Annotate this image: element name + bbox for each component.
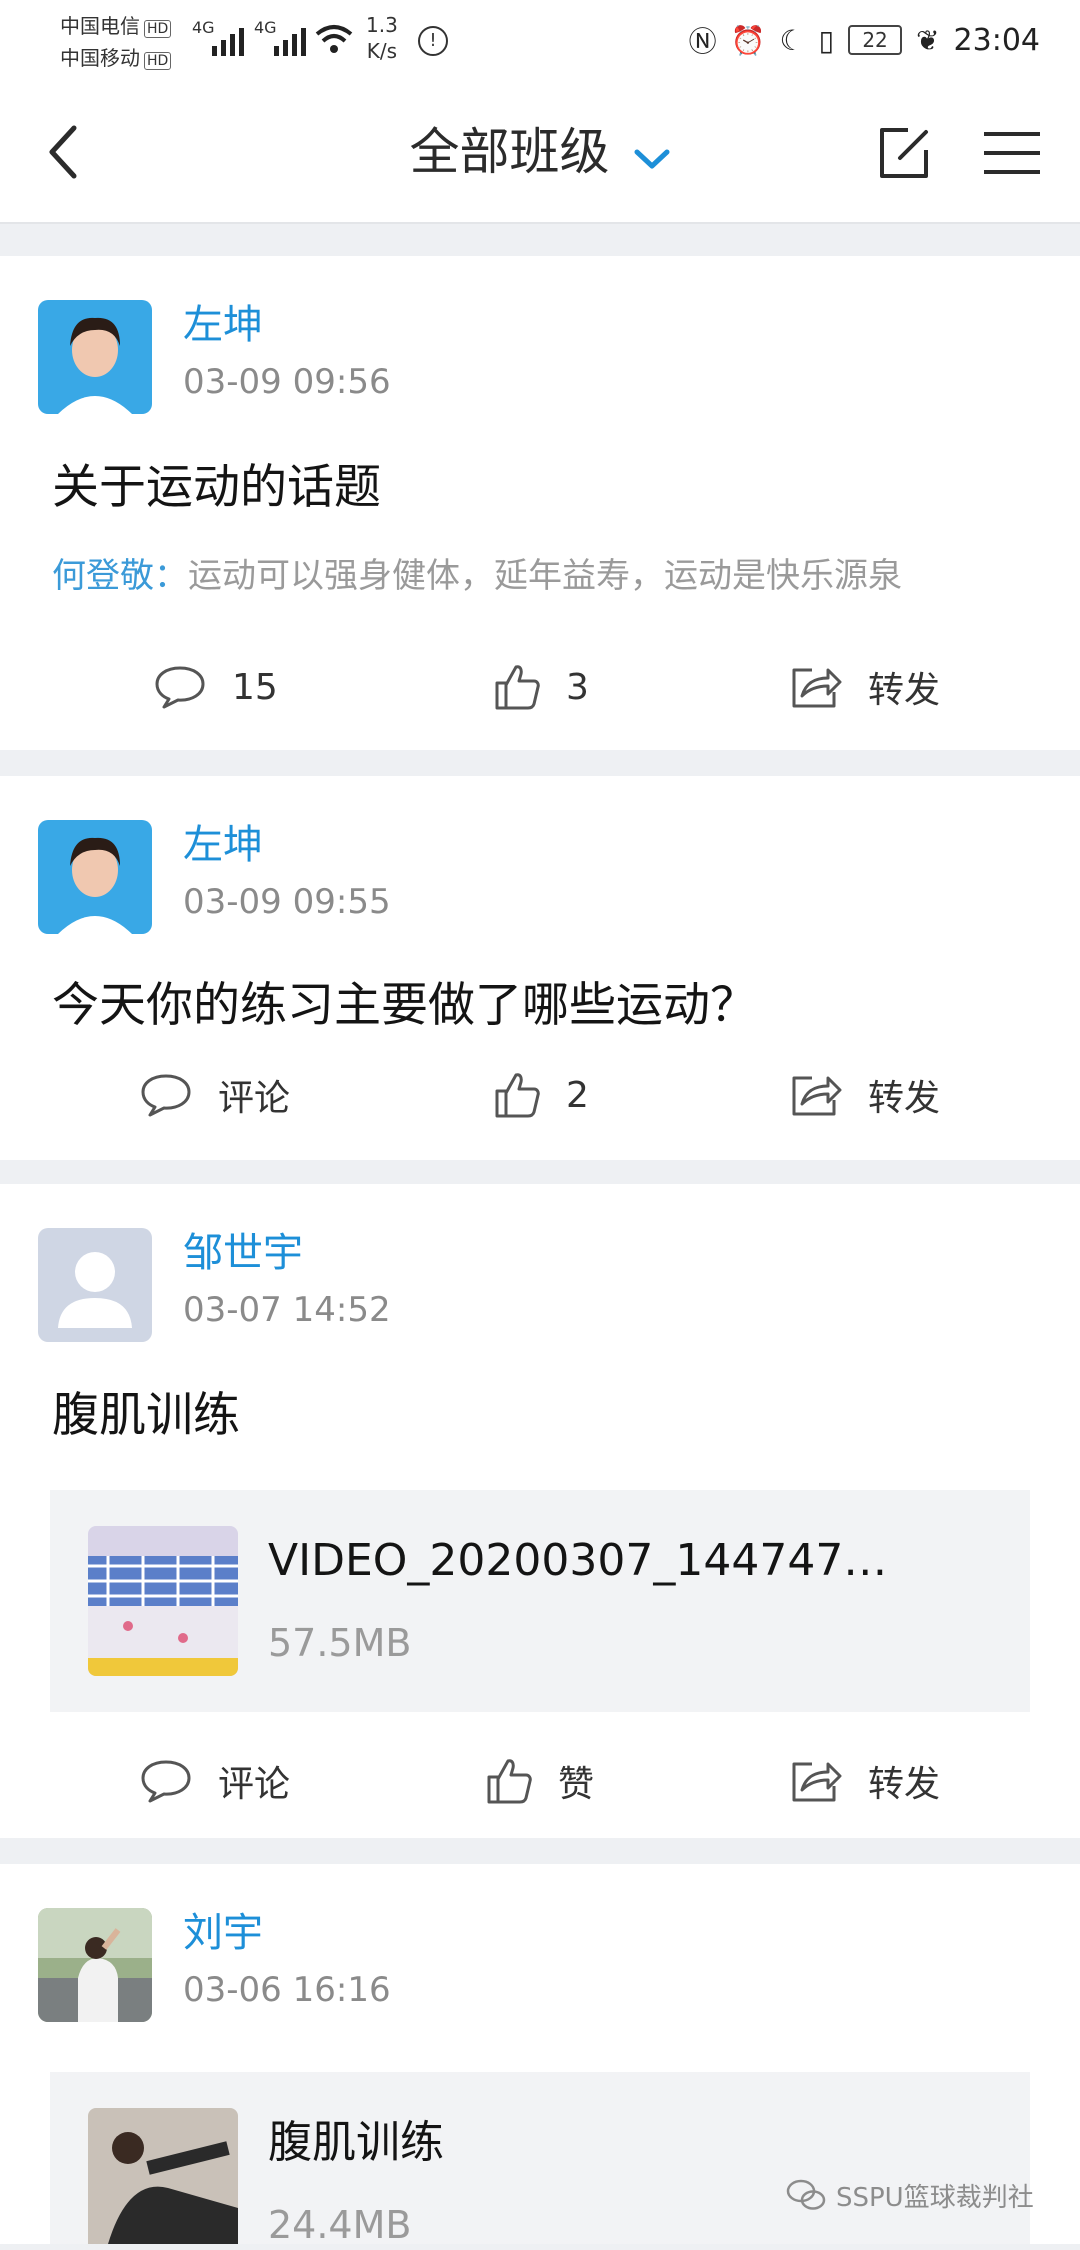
avatar[interactable] [38, 1908, 152, 2022]
post-time: 03-09 09:55 [183, 882, 391, 922]
thumbs-up-icon [495, 665, 540, 710]
video-thumbnail[interactable] [88, 2108, 238, 2244]
avatar[interactable] [38, 300, 152, 414]
post-actions: 评论 赞 转发 [0, 1746, 1080, 1816]
avatar[interactable] [38, 820, 152, 934]
hd-badge: HD [144, 52, 172, 70]
menu-icon[interactable] [982, 128, 1042, 178]
post-time: 03-06 16:16 [183, 1970, 391, 2010]
share-label: 转发 [868, 670, 941, 711]
attachment-name: VIDEO_20200307_144747… [268, 1535, 888, 1586]
like-button[interactable]: 赞 [486, 1746, 594, 1816]
comment-preview[interactable]: 何登敬：运动可以强身健体，延年益寿，运动是快乐源泉 [52, 552, 902, 600]
page-title[interactable]: 全部班级 [409, 123, 609, 181]
post-card[interactable]: 邹世宇 03-07 14:52 腹肌训练 VIDEO_20200307_1447… [0, 1184, 1080, 1838]
like-label: 赞 [558, 1764, 595, 1805]
comment-author: 何登敬： [52, 556, 188, 596]
moon-icon: ☾ [779, 23, 805, 57]
share-button[interactable]: 转发 [790, 1746, 940, 1816]
share-label: 转发 [868, 1764, 941, 1805]
status-bar: 中国电信 HD 中国移动 HD 4G 4G 1.3 K/s ! Ⓝ ⏰ ☾ ▯ 22… [0, 0, 1080, 82]
vibrate-icon: ▯ [818, 23, 835, 57]
share-label: 转发 [868, 1078, 941, 1119]
share-icon [792, 1076, 842, 1116]
hd-badge: HD [144, 20, 172, 38]
thumbs-up-icon [487, 1759, 532, 1804]
signal-icon [212, 22, 252, 56]
compose-icon[interactable] [878, 126, 932, 180]
watermark-text: SSPU篮球裁判社 [836, 2182, 1034, 2213]
battery-icon: 22 [848, 25, 903, 55]
watermark: SSPU篮球裁判社 [786, 2170, 1034, 2220]
author-name[interactable]: 左坤 [183, 300, 263, 350]
post-text: 今天你的练习主要做了哪些运动？ [52, 978, 757, 1033]
comment-count: 15 [232, 666, 278, 708]
post-card[interactable]: 左坤 03-09 09:56 关于运动的话题 何登敬：运动可以强身健体，延年益寿… [0, 256, 1080, 750]
comment-button[interactable]: 评论 [140, 1060, 290, 1130]
comment-label: 评论 [218, 1078, 291, 1119]
leaf-icon: ❦ [916, 23, 940, 57]
carrier-info: 中国电信 HD 中国移动 HD [60, 10, 172, 74]
share-button[interactable]: 转发 [790, 652, 940, 722]
status-time: 23:04 [953, 22, 1040, 58]
attachment-name: 腹肌训练 [268, 2117, 444, 2168]
attachment-size: 57.5MB [268, 1621, 412, 1665]
wechat-icon [786, 2179, 826, 2210]
author-name[interactable]: 邹世宇 [183, 1228, 303, 1278]
post-actions: 评论 2 转发 [0, 1060, 1080, 1130]
status-icons: Ⓝ ⏰ ☾ ▯ 22 ❦ 23:04 [689, 20, 1040, 60]
attachment-size: 24.4MB [268, 2203, 412, 2247]
share-icon [792, 668, 842, 708]
carrier-1: 中国电信 [60, 14, 140, 38]
comment-icon [141, 1074, 191, 1117]
comment-button[interactable]: 15 [154, 652, 278, 722]
nfc-icon: Ⓝ [688, 25, 717, 58]
post-actions: 15 3 转发 [0, 652, 1080, 722]
alarm-icon: ⏰ [730, 23, 766, 57]
post-text: 腹肌训练 [52, 1388, 240, 1443]
comment-icon [141, 1760, 191, 1803]
signal-icon [274, 22, 314, 56]
comment-button[interactable]: 评论 [140, 1746, 290, 1816]
post-text: 关于运动的话题 [52, 460, 381, 515]
video-thumbnail[interactable] [88, 1526, 238, 1676]
comment-icon [155, 666, 205, 709]
like-button[interactable]: 2 [494, 1060, 589, 1130]
post-card[interactable]: 左坤 03-09 09:55 今天你的练习主要做了哪些运动？ 评论 2 转发 [0, 776, 1080, 1160]
share-icon [792, 1762, 842, 1802]
comment-label: 评论 [218, 1764, 291, 1805]
post-time: 03-07 14:52 [183, 1290, 391, 1330]
share-button[interactable]: 转发 [790, 1060, 940, 1130]
app-header: 全部班级 [0, 82, 1080, 224]
wifi-icon [315, 25, 353, 53]
video-attachment[interactable]: VIDEO_20200307_144747… 57.5MB [50, 1490, 1030, 1712]
speed-value: 1.3 [366, 13, 398, 37]
post-time: 03-09 09:56 [183, 362, 391, 402]
comment-text: 运动可以强身健体，延年益寿，运动是快乐源泉 [188, 556, 902, 596]
author-name[interactable]: 刘宇 [183, 1908, 263, 1958]
alert-icon: ! [418, 26, 448, 56]
like-button[interactable]: 3 [494, 652, 589, 722]
avatar[interactable] [38, 1228, 152, 1342]
network-speed: 1.3 K/s [366, 12, 398, 64]
carrier-2: 中国移动 [60, 46, 140, 70]
speed-unit: K/s [366, 39, 398, 63]
chevron-down-icon[interactable] [633, 148, 671, 172]
like-count: 3 [566, 666, 589, 708]
like-count: 2 [566, 1074, 589, 1116]
author-name[interactable]: 左坤 [183, 820, 263, 870]
thumbs-up-icon [495, 1073, 540, 1118]
